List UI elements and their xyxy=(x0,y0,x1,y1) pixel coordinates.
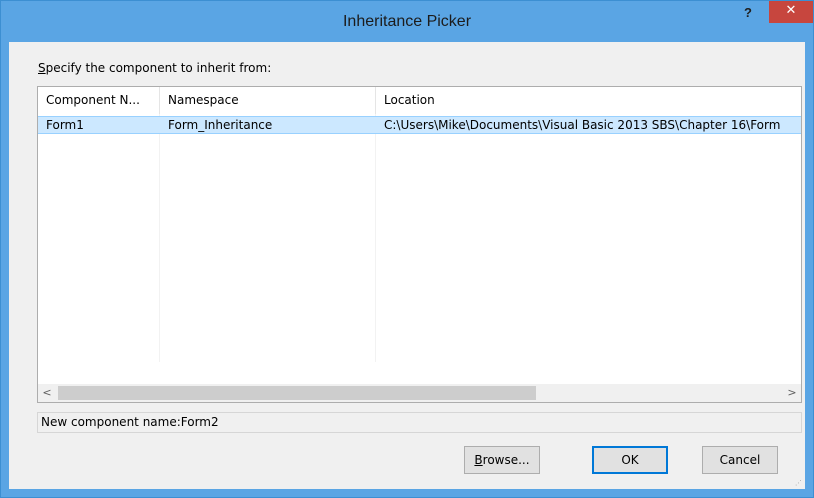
inheritance-picker-dialog: Inheritance Picker ? ✕ Specify the compo… xyxy=(0,0,814,498)
new-component-name-status: New component name:Form2 xyxy=(37,412,802,433)
dialog-body: Specify the component to inherit from: C… xyxy=(9,42,805,489)
dialog-title: Inheritance Picker xyxy=(342,13,472,30)
column-header-namespace[interactable]: Namespace xyxy=(160,87,375,114)
column-header-location[interactable]: Location xyxy=(376,87,801,114)
list-header: Component N... Namespace Location xyxy=(38,87,801,114)
scrollbar-thumb[interactable] xyxy=(58,386,536,400)
instruction-label: Specify the component to inherit from: xyxy=(38,61,271,75)
instruction-mnemonic: S xyxy=(38,61,46,75)
column-gridline xyxy=(159,114,160,362)
cell-component-name: Form1 xyxy=(46,118,84,132)
column-gridline xyxy=(375,114,376,362)
resize-grip-icon[interactable]: ⋰ xyxy=(795,479,803,487)
close-button[interactable]: ✕ xyxy=(769,1,813,23)
browse-button[interactable]: Browse... xyxy=(464,446,540,474)
scroll-right-arrow-icon[interactable]: > xyxy=(783,384,801,402)
title-bar[interactable]: Inheritance Picker ? ✕ xyxy=(1,1,813,42)
ok-button[interactable]: OK xyxy=(592,446,668,474)
column-header-component-name[interactable]: Component N... xyxy=(38,87,159,114)
cancel-button[interactable]: Cancel xyxy=(702,446,778,474)
instruction-text: pecify the component to inherit from: xyxy=(45,61,272,75)
scroll-left-arrow-icon[interactable]: < xyxy=(38,384,56,402)
horizontal-scrollbar[interactable]: < > xyxy=(38,384,801,402)
component-list[interactable]: Component N... Namespace Location Form1 … xyxy=(37,86,802,403)
browse-label: rowse... xyxy=(482,453,530,467)
browse-mnemonic: B xyxy=(474,453,483,467)
cell-location: C:\Users\Mike\Documents\Visual Basic 201… xyxy=(384,118,781,132)
help-button[interactable]: ? xyxy=(735,2,761,26)
table-row[interactable]: Form1 Form_Inheritance C:\Users\Mike\Doc… xyxy=(38,116,801,134)
cell-namespace: Form_Inheritance xyxy=(168,118,273,132)
